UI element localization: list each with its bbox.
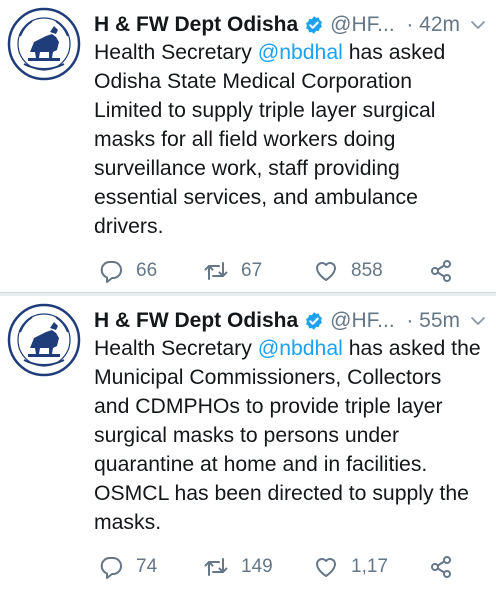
author-handle[interactable]: @HF...: [330, 309, 395, 333]
like-count: 858: [351, 260, 383, 281]
reply-icon: [100, 261, 122, 283]
retweet-icon: [204, 262, 228, 280]
retweet-count: 149: [241, 556, 273, 577]
tweet[interactable]: H & FW Dept Odisha @HF... · 55m Health S…: [0, 296, 496, 588]
retweet-button[interactable]: 149: [203, 554, 313, 580]
odisha-emblem-icon[interactable]: [6, 6, 82, 82]
tweet-actions: 66 67 858: [98, 256, 486, 286]
verified-badge-icon: [306, 16, 323, 34]
tweet-header: H & FW Dept Odisha @HF... · 42m: [94, 12, 490, 38]
tweet-timestamp[interactable]: · 55m: [406, 309, 460, 333]
share-icon: [431, 260, 451, 282]
tweet-text-rest: has asked the Municipal Commissioners, C…: [94, 337, 481, 534]
share-button[interactable]: [428, 554, 454, 580]
chevron-down-icon[interactable]: [470, 17, 486, 33]
tweet-timestamp[interactable]: · 42m: [406, 13, 460, 37]
author-name[interactable]: H & FW Dept Odisha: [94, 309, 298, 333]
like-button[interactable]: 858: [313, 258, 428, 284]
tweet-text-rest: has asked Odisha State Medical Corporati…: [94, 41, 446, 238]
tweet-text-start: Health Secretary: [94, 41, 258, 64]
author-name[interactable]: H & FW Dept Odisha: [94, 13, 298, 37]
verified-badge-icon: [306, 312, 323, 330]
like-count: 1,17: [351, 556, 388, 577]
share-icon: [431, 556, 451, 578]
tweet-text: Health Secretary @nbdhal has asked Odish…: [94, 38, 494, 241]
author-handle[interactable]: @HF...: [330, 13, 395, 37]
tweet[interactable]: H & FW Dept Odisha @HF... · 42m Health S…: [0, 0, 496, 292]
retweet-icon: [204, 558, 228, 576]
heart-icon: [316, 558, 336, 577]
like-button[interactable]: 1,17: [313, 554, 428, 580]
mention-link[interactable]: @nbdhal: [258, 337, 343, 360]
odisha-emblem-icon[interactable]: [6, 302, 82, 378]
reply-icon: [100, 557, 122, 579]
tweet-text-start: Health Secretary: [94, 337, 258, 360]
tweet-text: Health Secretary @nbdhal has asked the M…: [94, 334, 494, 537]
mention-link[interactable]: @nbdhal: [258, 41, 343, 64]
retweet-count: 67: [241, 260, 263, 281]
reply-count: 74: [136, 556, 158, 577]
heart-icon: [316, 262, 336, 281]
timeline: H & FW Dept Odisha @HF... · 42m Health S…: [0, 0, 496, 588]
reply-button[interactable]: 66: [98, 258, 203, 284]
retweet-button[interactable]: 67: [203, 258, 313, 284]
tweet-actions: 74 149 1,17: [98, 552, 486, 582]
reply-button[interactable]: 74: [98, 554, 203, 580]
tweet-header: H & FW Dept Odisha @HF... · 55m: [94, 308, 490, 334]
reply-count: 66: [136, 260, 158, 281]
share-button[interactable]: [428, 258, 454, 284]
chevron-down-icon[interactable]: [470, 313, 486, 329]
